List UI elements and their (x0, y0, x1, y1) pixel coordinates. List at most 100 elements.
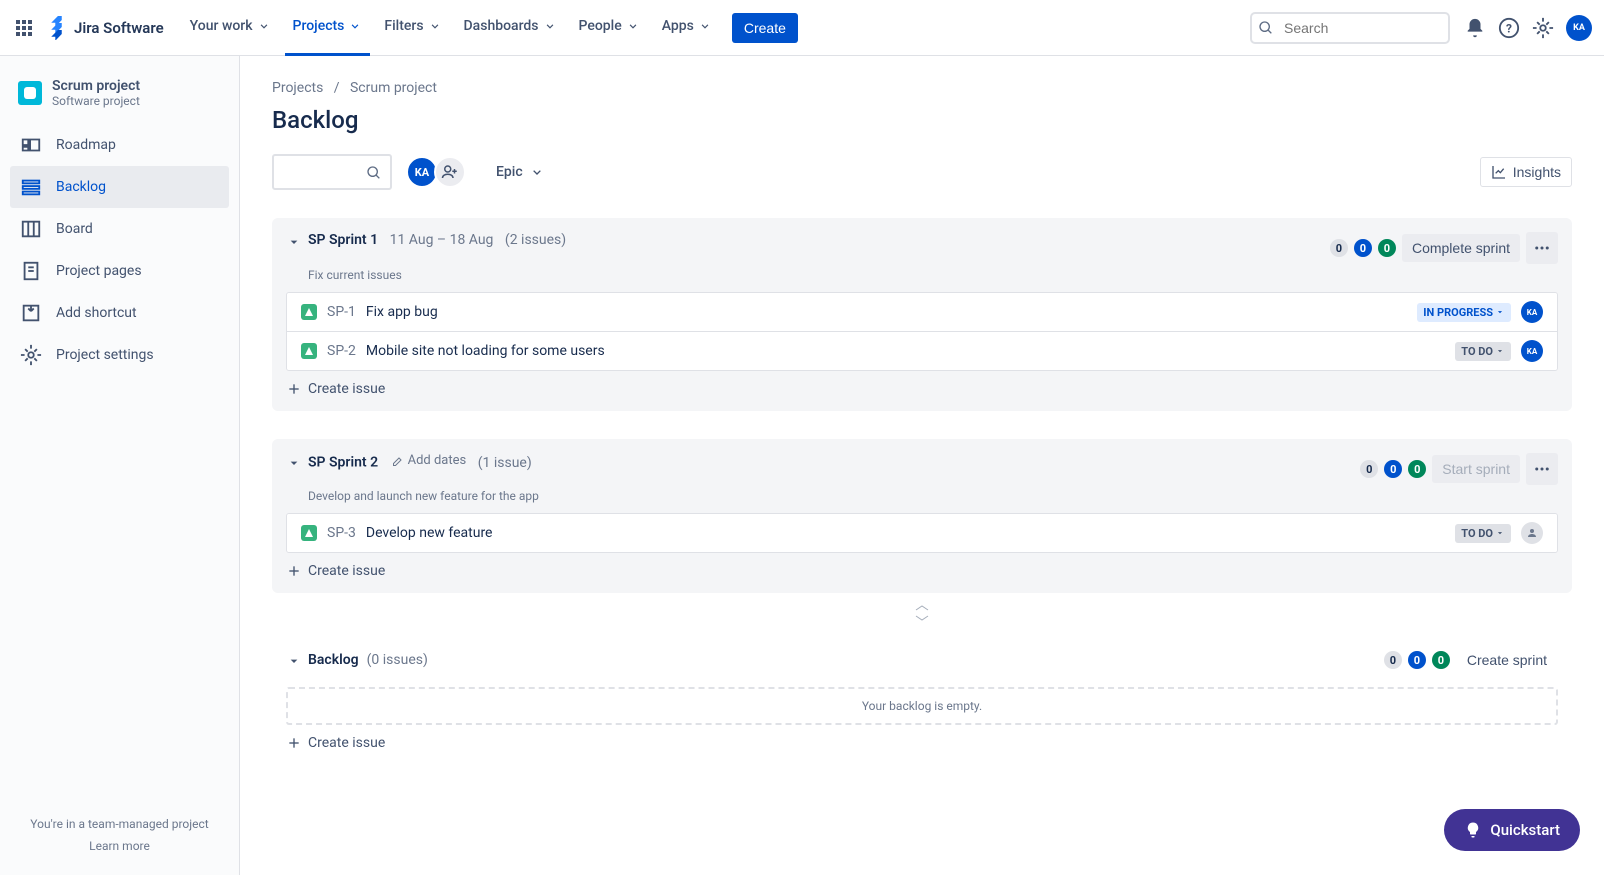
topbar: Jira Software Your work Projects FiltersDa… (0, 0, 1604, 56)
quickstart-button[interactable]: Quickstart (1444, 809, 1580, 851)
sidebar-item-project-settings[interactable]: Project settings (10, 334, 229, 376)
drag-handle[interactable] (272, 605, 1572, 621)
sprint-section: SP Sprint 1 11 Aug – 18 Aug (2 issues) 0… (272, 218, 1572, 411)
badge-todo: 0 (1384, 651, 1402, 669)
footer-text: You're in a team-managed project (22, 817, 217, 831)
create-button[interactable]: Create (732, 13, 798, 43)
main-content: Projects / Scrum project Backlog KA Epic (240, 56, 1604, 875)
issue-row[interactable]: SP-2 Mobile site not loading for some us… (287, 331, 1557, 370)
nav-item-filters[interactable]: Filters (376, 0, 449, 56)
chevron-down-icon (626, 19, 640, 33)
breadcrumb-project[interactable]: Scrum project (350, 80, 437, 96)
status-badge[interactable]: TO DO (1455, 342, 1511, 361)
breadcrumb-projects[interactable]: Projects (272, 80, 323, 96)
issue-title: Mobile site not loading for some users (366, 343, 605, 359)
pencil-icon (392, 455, 404, 467)
status-badge[interactable]: IN PROGRESS (1417, 303, 1511, 322)
badge-todo: 0 (1330, 239, 1348, 257)
more-button[interactable] (1526, 453, 1558, 485)
issue-title: Fix app bug (366, 304, 438, 320)
logo-text: Jira Software (74, 19, 164, 37)
badge-todo: 0 (1360, 460, 1378, 478)
plus-icon (286, 381, 302, 397)
search-input[interactable] (1250, 12, 1450, 44)
top-nav: Your work Projects FiltersDashboards People… (182, 0, 720, 56)
learn-more-link[interactable]: Learn more (22, 839, 217, 853)
insights-label: Insights (1513, 164, 1561, 180)
insights-button[interactable]: Insights (1480, 157, 1572, 187)
badge-inprogress: 0 (1408, 651, 1426, 669)
sprint-action-button[interactable]: Start sprint (1432, 455, 1520, 483)
assignee-avatar[interactable]: KA (1521, 301, 1543, 323)
sidebar-item-label: Roadmap (56, 137, 116, 153)
sidebar: Scrum project Software project Roadmap Ba… (0, 56, 240, 875)
sidebar-item-label: Add shortcut (56, 305, 137, 321)
sidebar-item-board[interactable]: Board (10, 208, 229, 250)
add-people-button[interactable] (434, 156, 466, 188)
backlog-section: Backlog (0 issues) 0 0 0 Create sprint Y… (272, 645, 1572, 765)
create-issue-button[interactable]: Create issue (272, 553, 1572, 593)
sidebar-item-label: Backlog (56, 179, 106, 195)
nav-label: Projects (293, 18, 345, 34)
issue-key[interactable]: SP-1 (327, 304, 356, 320)
project-name: Scrum project (52, 78, 140, 94)
app-switcher-icon[interactable] (12, 16, 36, 40)
sprint-issue-count: (1 issue) (478, 455, 532, 471)
badge-done: 0 (1378, 239, 1396, 257)
unassigned-avatar[interactable] (1521, 522, 1543, 544)
create-issue-label: Create issue (308, 563, 385, 579)
sidebar-icon (20, 344, 42, 366)
status-badge[interactable]: TO DO (1455, 524, 1511, 543)
create-issue-button[interactable]: Create issue (286, 725, 1558, 765)
issue-row[interactable]: SP-1 Fix app bug IN PROGRESS KA (287, 293, 1557, 331)
settings-icon[interactable] (1532, 17, 1554, 39)
project-type: Software project (52, 94, 140, 108)
chevron-down-icon[interactable] (286, 234, 302, 250)
epic-dropdown[interactable]: Epic (488, 158, 553, 186)
sidebar-icon (20, 260, 42, 282)
filter-search[interactable] (272, 154, 392, 190)
search-icon (1258, 20, 1274, 36)
backlog-count: (0 issues) (367, 652, 428, 668)
sprint-name: SP Sprint 2 (308, 455, 378, 471)
help-icon[interactable]: ? (1498, 17, 1520, 39)
sidebar-icon (20, 218, 42, 240)
nav-item-people[interactable]: People (571, 0, 648, 56)
chevron-down-icon[interactable] (286, 653, 302, 669)
notifications-icon[interactable] (1464, 17, 1486, 39)
nav-item-your-work[interactable]: Your work (182, 0, 279, 56)
create-issue-button[interactable]: Create issue (272, 371, 1572, 411)
sprint-action-button[interactable]: Complete sprint (1402, 234, 1520, 262)
issue-row[interactable]: SP-3 Develop new feature TO DO (287, 514, 1557, 552)
badge-done: 0 (1432, 651, 1450, 669)
create-sprint-button[interactable]: Create sprint (1456, 645, 1558, 675)
chevron-down-icon[interactable] (286, 455, 302, 471)
sidebar-icon (20, 176, 42, 198)
sidebar-item-project-pages[interactable]: Project pages (10, 250, 229, 292)
add-dates-button[interactable]: Add dates (392, 453, 467, 468)
nav-item-projects[interactable]: Projects (285, 0, 371, 56)
project-header[interactable]: Scrum project Software project (10, 78, 229, 124)
issue-key[interactable]: SP-3 (327, 525, 356, 541)
chevron-down-icon (543, 19, 557, 33)
sprint-section: SP Sprint 2 Add dates (1 issue) 0 0 0 St… (272, 439, 1572, 593)
sprint-goal: Fix current issues (272, 264, 1572, 292)
assignee-avatar[interactable]: KA (1521, 340, 1543, 362)
search-icon (366, 165, 382, 181)
badge-done: 0 (1408, 460, 1426, 478)
nav-item-dashboards[interactable]: Dashboards (456, 0, 565, 56)
nav-label: People (579, 18, 622, 34)
sidebar-item-roadmap[interactable]: Roadmap (10, 124, 229, 166)
jira-logo[interactable]: Jira Software (46, 16, 164, 40)
sidebar-item-backlog[interactable]: Backlog (10, 166, 229, 208)
toolbar: KA Epic Insights (272, 154, 1572, 190)
issue-key[interactable]: SP-2 (327, 343, 356, 359)
nav-item-apps[interactable]: Apps (654, 0, 720, 56)
issue-title: Develop new feature (366, 525, 493, 541)
chevron-down-icon (1495, 528, 1505, 538)
svg-text:?: ? (1506, 21, 1512, 35)
global-search[interactable] (1250, 12, 1450, 44)
sidebar-item-add-shortcut[interactable]: Add shortcut (10, 292, 229, 334)
profile-avatar[interactable]: KA (1566, 15, 1592, 41)
more-button[interactable] (1526, 232, 1558, 264)
